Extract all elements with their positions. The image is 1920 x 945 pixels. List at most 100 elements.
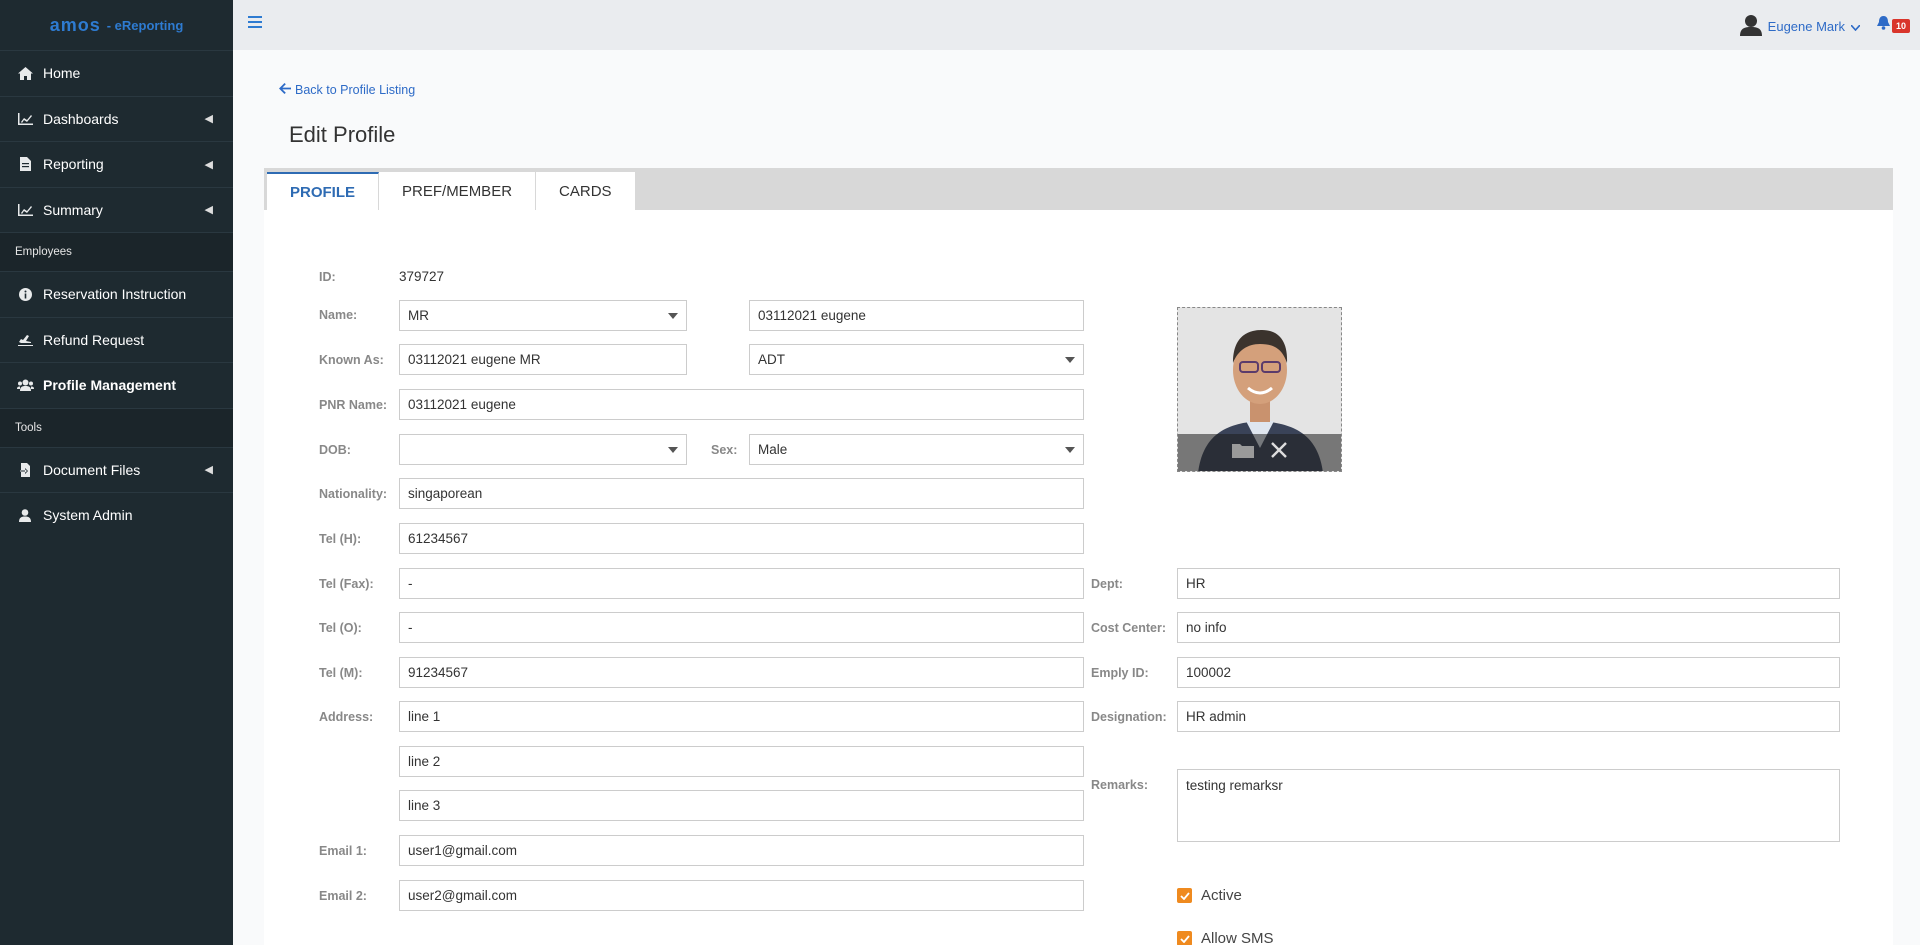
info-icon xyxy=(15,287,35,301)
sidebar-item-label: Reporting xyxy=(43,156,104,173)
pax-type-select[interactable]: ADT xyxy=(749,344,1084,375)
tel-h-label: Tel (H): xyxy=(319,532,362,546)
id-value: 379727 xyxy=(399,269,445,284)
tel-fax-input[interactable]: - xyxy=(399,568,1084,599)
tel-m-input[interactable]: 91234567 xyxy=(399,657,1084,688)
checkmark-icon xyxy=(1177,931,1192,945)
top-bar: Eugene Mark 10 xyxy=(233,0,1920,50)
sidebar-section-employees: Employees xyxy=(0,232,233,271)
chart-icon xyxy=(15,112,35,125)
main-content: Back to Profile Listing Edit Profile PRO… xyxy=(233,50,1920,945)
hamburger-menu-icon[interactable] xyxy=(248,16,262,30)
sidebar-item-home[interactable]: Home xyxy=(0,50,233,96)
sidebar-item-label: Home xyxy=(43,65,81,82)
address-line2-input[interactable]: line 2 xyxy=(399,746,1084,777)
sidebar-item-label: Document Files xyxy=(43,461,141,478)
logo-main: amos xyxy=(49,14,101,35)
plane-icon xyxy=(15,334,35,346)
bell-icon xyxy=(1876,16,1890,35)
sidebar-item-reporting[interactable]: Reporting ◀ xyxy=(0,141,233,187)
tab-bar: PROFILE PREF/MEMBER CARDS xyxy=(264,168,1893,210)
app-logo[interactable]: amos - eReporting xyxy=(0,0,233,50)
sidebar-item-label: Refund Request xyxy=(43,331,145,348)
users-icon xyxy=(15,379,35,392)
sidebar-item-summary[interactable]: Summary ◀ xyxy=(0,186,233,233)
sidebar: amos - eReporting Home Dashboards ◀ Repo… xyxy=(0,0,233,945)
address-line3-input[interactable]: line 3 xyxy=(399,790,1084,821)
photo-controls xyxy=(1178,434,1341,471)
notifications[interactable]: 10 xyxy=(1876,16,1910,35)
dob-select[interactable] xyxy=(399,434,687,465)
remarks-label: Remarks: xyxy=(1091,778,1148,792)
allow-sms-checkbox[interactable]: Allow SMS xyxy=(1177,930,1274,945)
email1-input[interactable]: user1@gmail.com xyxy=(399,835,1084,866)
title-select[interactable]: MR xyxy=(399,300,687,331)
name-label: Name: xyxy=(319,308,358,322)
chevron-left-icon: ◀ xyxy=(204,464,213,477)
back-to-profile-listing-link[interactable]: Back to Profile Listing xyxy=(279,83,415,97)
cost-center-input[interactable]: no info xyxy=(1177,612,1840,643)
email2-input[interactable]: user2@gmail.com xyxy=(399,880,1084,911)
profile-photo[interactable] xyxy=(1177,307,1342,472)
sex-label: Sex: xyxy=(711,443,738,457)
sidebar-item-label: System Admin xyxy=(43,507,133,524)
sidebar-item-profile-management[interactable]: Profile Management xyxy=(0,362,233,408)
designation-label: Designation: xyxy=(1091,710,1167,724)
chevron-down-icon xyxy=(1850,19,1861,34)
nationality-input[interactable]: singaporean xyxy=(399,478,1084,509)
user-avatar-icon xyxy=(1739,14,1762,39)
tel-m-label: Tel (M): xyxy=(319,666,363,680)
email2-label: Email 2: xyxy=(319,889,367,903)
folder-icon[interactable] xyxy=(1231,442,1254,463)
tab-cards[interactable]: CARDS xyxy=(536,172,636,210)
designation-input[interactable]: HR admin xyxy=(1177,701,1840,732)
dept-input[interactable]: HR xyxy=(1177,568,1840,599)
close-icon[interactable] xyxy=(1270,441,1288,464)
sidebar-item-dashboards[interactable]: Dashboards ◀ xyxy=(0,95,233,142)
dob-label: DOB: xyxy=(319,443,351,457)
nationality-label: Nationality: xyxy=(319,487,388,501)
user-icon xyxy=(15,508,35,522)
notification-badge: 10 xyxy=(1891,18,1910,33)
tel-o-input[interactable]: - xyxy=(399,612,1084,643)
file-export-icon xyxy=(15,462,35,477)
sidebar-item-document-files[interactable]: Document Files ◀ xyxy=(0,446,233,493)
cost-center-label: Cost Center: xyxy=(1091,621,1167,635)
address-label: Address: xyxy=(319,710,374,724)
home-icon xyxy=(15,66,35,80)
dept-label: Dept: xyxy=(1091,577,1123,591)
tab-profile[interactable]: PROFILE xyxy=(267,172,380,210)
emply-id-input[interactable]: 100002 xyxy=(1177,657,1840,688)
pnr-name-label: PNR Name: xyxy=(319,398,388,412)
sidebar-item-label: Reservation Instruction xyxy=(43,286,187,303)
page-title: Edit Profile xyxy=(289,122,396,147)
active-checkbox[interactable]: Active xyxy=(1177,887,1242,904)
document-icon xyxy=(15,157,35,172)
chart-icon xyxy=(15,203,35,216)
sidebar-item-label: Summary xyxy=(43,201,103,218)
tel-fax-label: Tel (Fax): xyxy=(319,577,374,591)
sidebar-item-system-admin[interactable]: System Admin xyxy=(0,492,233,538)
arrow-left-icon xyxy=(279,83,291,97)
known-as-input[interactable]: 03112021 eugene MR xyxy=(399,344,687,375)
sex-select[interactable]: Male xyxy=(749,434,1084,465)
sidebar-item-reservation-instruction[interactable]: Reservation Instruction xyxy=(0,271,233,317)
pnr-name-input[interactable]: 03112021 eugene xyxy=(399,389,1084,420)
tel-h-input[interactable]: 61234567 xyxy=(399,523,1084,554)
email1-label: Email 1: xyxy=(319,844,367,858)
allow-sms-label: Allow SMS xyxy=(1201,930,1274,945)
back-link-label: Back to Profile Listing xyxy=(295,83,416,97)
sidebar-item-refund-request[interactable]: Refund Request xyxy=(0,316,233,363)
sidebar-item-label: Dashboards xyxy=(43,110,119,127)
tel-o-label: Tel (O): xyxy=(319,621,362,635)
chevron-left-icon: ◀ xyxy=(204,204,213,217)
tab-pref-member[interactable]: PREF/MEMBER xyxy=(379,172,537,210)
user-name: Eugene Mark xyxy=(1767,19,1845,34)
remarks-textarea[interactable]: testing remarksr xyxy=(1177,769,1840,842)
id-label: ID: xyxy=(319,270,336,284)
address-line1-input[interactable]: line 1 xyxy=(399,701,1084,732)
sidebar-section-tools: Tools xyxy=(0,407,233,447)
name-input[interactable]: 03112021 eugene xyxy=(749,300,1084,331)
chevron-left-icon: ◀ xyxy=(204,113,213,126)
user-menu[interactable]: Eugene Mark xyxy=(1739,14,1861,39)
